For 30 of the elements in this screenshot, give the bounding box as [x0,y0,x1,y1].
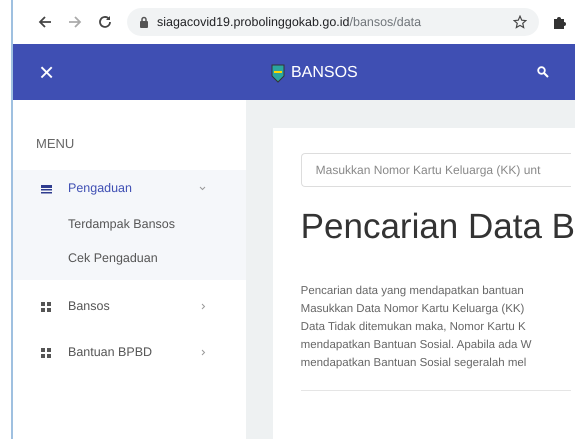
paragraph-line: Pencarian data yang mendapatkan bantuan [300,284,525,299]
menu-item[interactable]: Bansos [13,288,246,326]
chevron-down-icon [198,186,206,191]
menu-item[interactable]: Pengaduan [13,170,246,208]
submenu-item[interactable]: Cek Pengaduan [13,242,246,276]
paragraph-line: mendapatkan Bantuan Sosial. Apabila ada W [300,338,532,353]
logo-icon [271,63,285,83]
menu-item[interactable]: Bantuan BPBD [13,334,246,372]
star-icon[interactable] [513,15,527,29]
url-text: siagacovid19.probolinggokab.go.id/bansos/data [157,14,422,31]
grid-icon [41,348,52,358]
search-field[interactable]: Masukkan Nomor Kartu Keluarga (KK) unt [300,153,571,187]
close-button[interactable]: × [39,59,54,85]
app-title: BANSOS [291,63,358,83]
paragraph-line: mendapatkan Bantuan Sosial segeralah mel [300,356,528,371]
search-icon[interactable] [537,66,549,78]
paragraph-line: Data Tidak ditemukan maka, Nomor Kartu K [300,320,527,335]
submenu-item[interactable]: Terdampak Bansos [13,208,246,242]
menu-heading: MENU [35,135,76,153]
back-icon[interactable] [37,14,53,30]
paragraph-line: Masukkan Data Nomor Kartu Keluarga (KK) [300,302,526,317]
page-heading: Pencarian Data B [300,206,575,248]
grid-icon [41,302,52,312]
address-bar[interactable]: siagacovid19.probolinggokab.go.id/bansos/data [127,8,539,36]
chevron-right-icon [200,349,206,356]
table-icon [41,184,52,194]
chevron-right-icon [200,303,206,310]
reload-icon[interactable] [97,14,113,30]
lock-icon [139,16,149,28]
puzzle-icon[interactable] [553,15,567,29]
